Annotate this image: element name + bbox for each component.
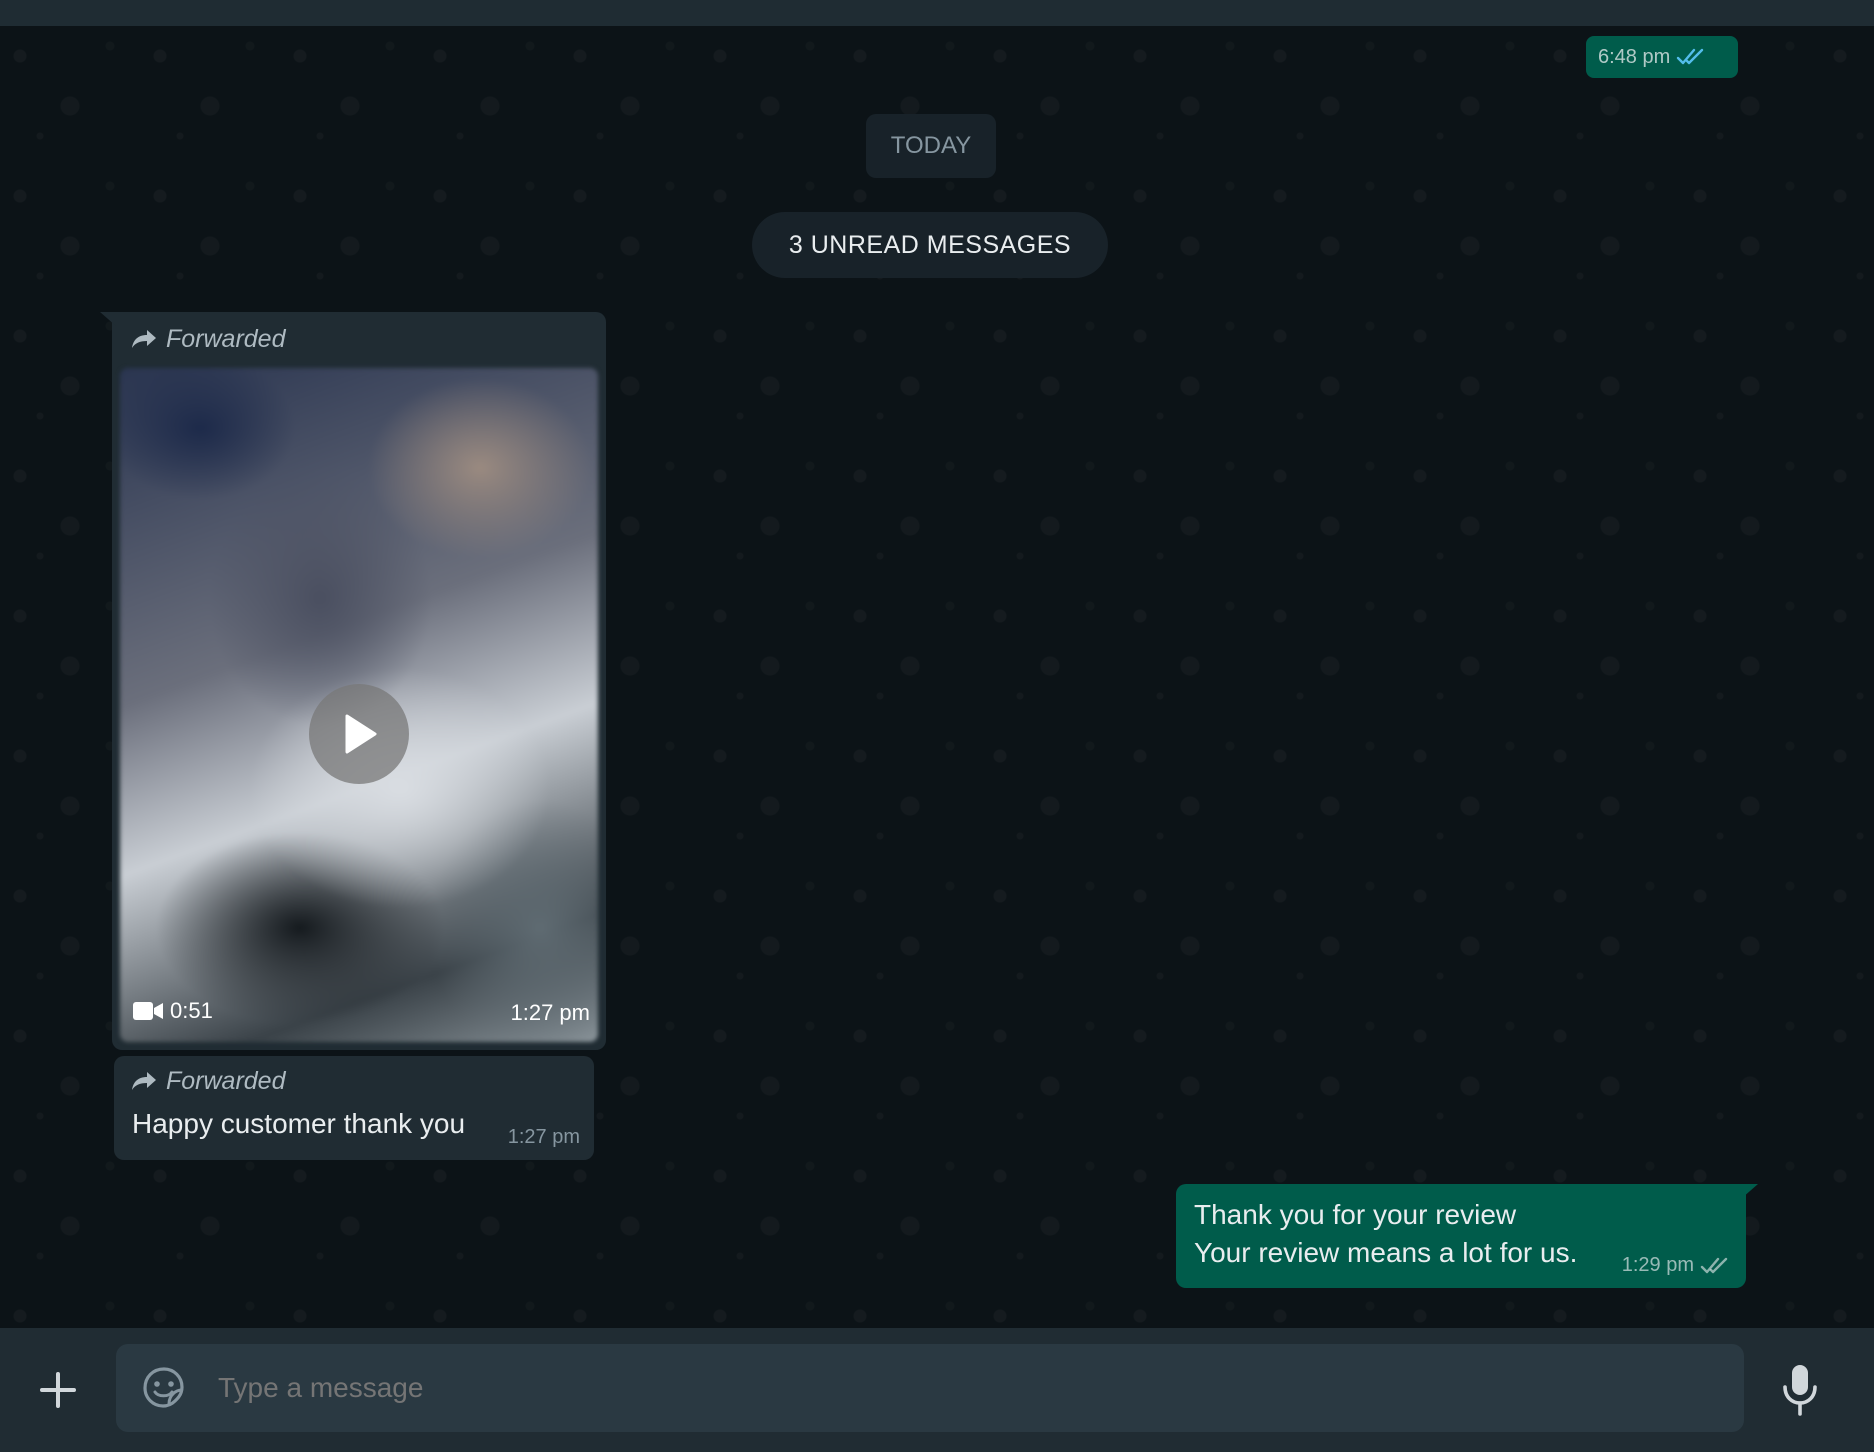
message-meta: 1:29 pm bbox=[1622, 1254, 1732, 1277]
video-duration: 0:51 bbox=[132, 998, 213, 1024]
double-check-icon bbox=[1700, 1257, 1728, 1273]
forwarded-label: Forwarded bbox=[166, 324, 286, 353]
forward-arrow-icon bbox=[132, 330, 156, 348]
message-time: 6:48 pm bbox=[1598, 45, 1671, 68]
forwarded-label: Forwarded bbox=[166, 1066, 286, 1095]
sticker-button[interactable] bbox=[142, 1366, 186, 1410]
message-list[interactable]: 6:48 pm TODAY 3 UNREAD MESSAGES Forwarde… bbox=[0, 26, 1874, 1328]
date-divider-label: TODAY bbox=[890, 132, 972, 159]
message-line-2: Your review means a lot for us. bbox=[1194, 1237, 1578, 1268]
play-icon bbox=[345, 714, 377, 754]
message-composer bbox=[0, 1328, 1874, 1452]
message-text: Happy customer thank you bbox=[132, 1108, 466, 1139]
video-duration-label: 0:51 bbox=[170, 998, 213, 1023]
attach-button[interactable] bbox=[34, 1366, 82, 1414]
message-time: 1:29 pm bbox=[1621, 1254, 1694, 1276]
sticker-icon bbox=[143, 1367, 184, 1408]
outgoing-text-message[interactable]: Thank you for your review Your review me… bbox=[1176, 1184, 1758, 1288]
message-input-box[interactable] bbox=[116, 1344, 1744, 1432]
message-time: 1:27 pm bbox=[510, 1000, 591, 1025]
forwarded-indicator: Forwarded bbox=[130, 1066, 286, 1096]
chat-window: 6:48 pm TODAY 3 UNREAD MESSAGES Forwarde… bbox=[0, 0, 1874, 1452]
incoming-text-message[interactable]: Forwarded Happy customer thank you 1:27 … bbox=[114, 1056, 594, 1160]
header-strip bbox=[0, 0, 1874, 26]
microphone-icon bbox=[1783, 1365, 1817, 1416]
message-input[interactable] bbox=[218, 1362, 1698, 1414]
date-divider: TODAY bbox=[866, 114, 996, 178]
bubble-tail bbox=[1742, 1184, 1758, 1198]
play-button[interactable] bbox=[309, 684, 409, 784]
unread-divider-label: 3 UNREAD MESSAGES bbox=[788, 230, 1072, 259]
forward-arrow-icon bbox=[132, 1072, 156, 1090]
voice-record-button[interactable] bbox=[1776, 1360, 1824, 1420]
bubble-tail bbox=[100, 312, 116, 326]
message-line-1: Thank you for your review bbox=[1194, 1199, 1517, 1230]
forwarded-indicator: Forwarded bbox=[130, 324, 286, 354]
plus-icon bbox=[40, 1372, 76, 1408]
previous-outgoing-message[interactable]: 6:48 pm bbox=[1586, 36, 1738, 78]
video-camera-icon bbox=[133, 1002, 163, 1020]
message-text: Thank you for your review Your review me… bbox=[1194, 1196, 1577, 1272]
unread-divider: 3 UNREAD MESSAGES bbox=[752, 212, 1108, 278]
message-time: 1:27 pm bbox=[507, 1126, 580, 1148]
incoming-video-message[interactable]: Forwarded 0:51 1:27 pm bbox=[100, 312, 606, 1050]
double-check-read-icon bbox=[1677, 48, 1704, 65]
